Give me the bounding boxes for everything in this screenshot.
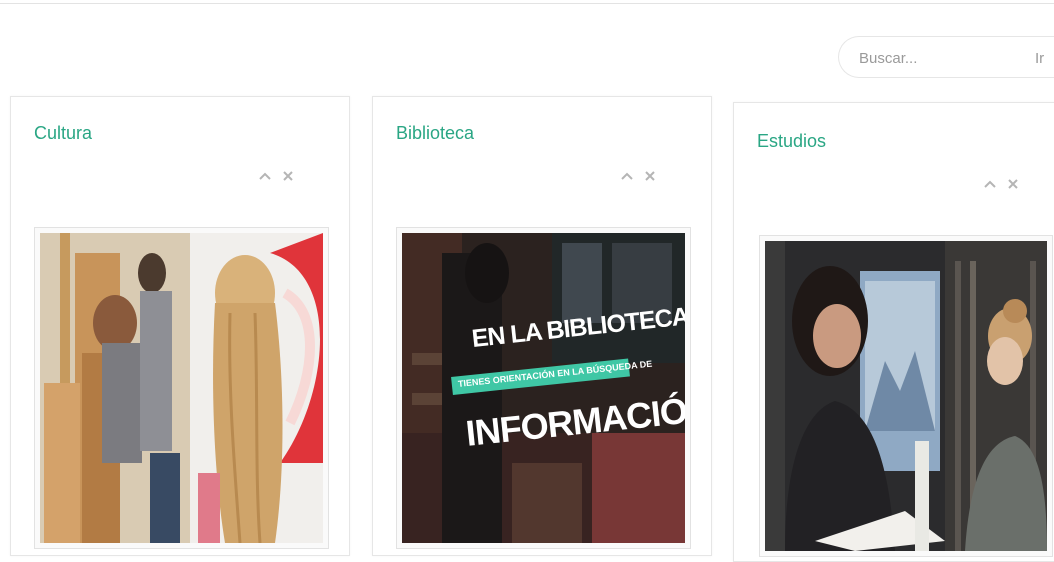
panel-estudios: Estudios (733, 102, 1054, 562)
chevron-up-icon[interactable] (258, 169, 272, 183)
panel-controls (983, 177, 1020, 191)
panel-title[interactable]: Estudios (757, 131, 826, 152)
close-icon[interactable] (281, 169, 295, 183)
chevron-up-icon[interactable] (620, 169, 634, 183)
panel-image[interactable]: EN LA BIBLIOTECA TIENES ORIENTACIÓN EN L… (396, 227, 691, 549)
search-button[interactable]: Ir (1035, 47, 1044, 69)
panel-cultura: Cultura (10, 96, 350, 556)
panel-title[interactable]: Cultura (34, 123, 92, 144)
panel-image[interactable] (759, 235, 1053, 557)
close-icon[interactable] (643, 169, 657, 183)
panel-image[interactable] (34, 227, 329, 549)
art-class-photo (40, 233, 323, 543)
panel-title[interactable]: Biblioteca (396, 123, 474, 144)
panel-biblioteca: Biblioteca EN LA BIBLIOTECA TIENES ORIEN… (372, 96, 712, 556)
library-promo-photo: EN LA BIBLIOTECA TIENES ORIENTACIÓN EN L… (402, 233, 685, 543)
search-input[interactable] (859, 47, 1009, 69)
panel-controls (620, 169, 657, 183)
search-box: Ir (838, 36, 1054, 78)
panel-controls (258, 169, 295, 183)
close-icon[interactable] (1006, 177, 1020, 191)
chevron-up-icon[interactable] (983, 177, 997, 191)
students-reading-photo (765, 241, 1047, 551)
top-divider (0, 3, 1054, 4)
